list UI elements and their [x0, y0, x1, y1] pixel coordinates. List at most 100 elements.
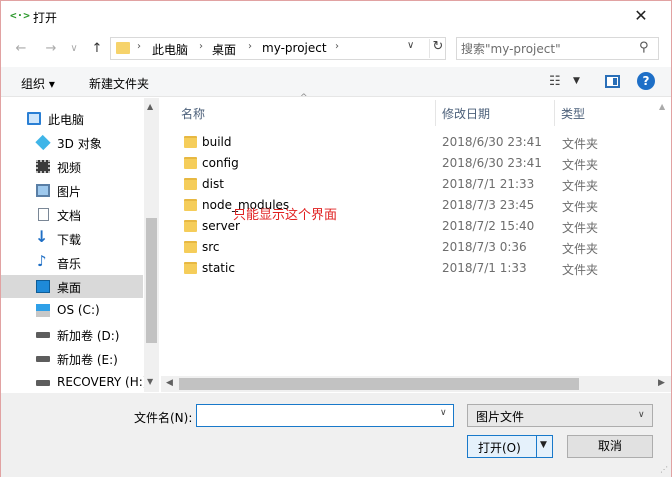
file-list-horizontal-scrollbar[interactable]: ◀ ▶: [161, 376, 671, 392]
forward-arrow-icon[interactable]: →: [40, 39, 62, 59]
download-icon: ↓: [35, 227, 49, 246]
nav-item-drive-c[interactable]: OS (C:): [1, 299, 143, 322]
nav-item-3d-objects[interactable]: 3D 对象: [1, 131, 143, 154]
nav-item-label: RECOVERY (H:): [57, 375, 148, 389]
file-date: 2018/7/3 23:45: [442, 198, 535, 212]
nav-item-documents[interactable]: 文档: [1, 203, 143, 226]
file-row[interactable]: static 2018/7/1 1:33 文件夹: [178, 258, 638, 279]
file-name: src: [202, 240, 220, 254]
windows-drive-icon: [36, 304, 50, 317]
address-bar[interactable]: › 此电脑 › 桌面 › my-project › ∨ ↻: [110, 37, 446, 60]
file-type: 文件夹: [562, 200, 599, 214]
search-icon[interactable]: ⚲: [639, 40, 649, 55]
nav-item-label: 下载: [57, 233, 82, 247]
filename-combobox[interactable]: ∨: [196, 404, 454, 427]
document-icon: [38, 208, 49, 221]
folder-icon: [116, 42, 130, 54]
nav-item-pictures[interactable]: 图片: [1, 179, 143, 202]
scroll-left-arrow-icon[interactable]: ◀: [166, 378, 173, 388]
scroll-down-arrow-icon[interactable]: ▼: [147, 377, 153, 386]
column-divider[interactable]: [435, 100, 436, 126]
file-type: 文件夹: [562, 221, 599, 235]
filename-field[interactable]: [200, 407, 430, 424]
file-row[interactable]: config 2018/6/30 23:41 文件夹: [178, 153, 638, 174]
scroll-right-arrow-icon[interactable]: ▶: [658, 378, 665, 388]
nav-item-this-pc[interactable]: 此电脑: [1, 107, 143, 130]
address-dropdown-chevron-icon[interactable]: ∨: [407, 40, 414, 51]
resize-grip-icon[interactable]: ⋰: [660, 465, 668, 474]
file-date: 2018/6/30 23:41: [442, 135, 542, 149]
column-divider[interactable]: [554, 100, 555, 126]
folder-icon: [184, 220, 197, 232]
nav-item-drive-h[interactable]: RECOVERY (H:): [1, 371, 147, 394]
view-options-icon[interactable]: ☷: [549, 74, 561, 89]
filetype-value: 图片文件: [476, 410, 525, 424]
nav-item-label: 3D 对象: [57, 137, 102, 151]
breadcrumb-separator: ›: [248, 41, 252, 52]
recent-locations-chevron-icon[interactable]: ∨: [63, 39, 85, 59]
search-input[interactable]: [461, 40, 631, 57]
chevron-down-icon[interactable]: ∨: [440, 408, 447, 418]
breadcrumb-separator: ›: [199, 41, 203, 52]
file-list-vertical-scrollbar[interactable]: ▲: [657, 98, 671, 392]
annotation-note: 只能显示这个界面: [233, 208, 338, 223]
close-button[interactable]: ✕: [627, 4, 655, 28]
scroll-up-arrow-icon[interactable]: ▲: [659, 102, 665, 111]
open-options-dropdown-icon[interactable]: ▼: [540, 440, 547, 450]
back-arrow-icon[interactable]: ←: [10, 39, 32, 59]
file-date: 2018/7/3 0:36: [442, 240, 527, 254]
dialog-title: 打开: [33, 11, 58, 25]
file-name: config: [202, 156, 239, 170]
nav-item-drive-d[interactable]: 新加卷 (D:): [1, 323, 143, 346]
navigation-scrollbar[interactable]: ▲ ▼: [144, 98, 159, 392]
video-icon: [36, 160, 50, 173]
file-row[interactable]: build 2018/6/30 23:41 文件夹: [178, 132, 638, 153]
nav-item-videos[interactable]: 视频: [1, 155, 143, 178]
refresh-icon[interactable]: ↻: [429, 39, 446, 58]
file-name: build: [202, 135, 232, 149]
breadcrumb-this-pc[interactable]: 此电脑: [152, 41, 188, 58]
open-button[interactable]: 打开(O) ▼: [467, 435, 553, 458]
help-icon[interactable]: ?: [637, 72, 655, 90]
view-dropdown-icon[interactable]: ▼: [573, 76, 580, 86]
file-date: 2018/7/2 15:40: [442, 219, 535, 233]
drive-icon: [36, 356, 50, 362]
open-button-label: 打开(O): [478, 441, 521, 455]
preview-pane-icon[interactable]: [605, 75, 620, 88]
nav-item-label: 桌面: [57, 281, 82, 295]
desktop-icon: [36, 280, 50, 293]
column-header-name[interactable]: 名称: [161, 100, 436, 126]
app-code-icon: <·>: [10, 9, 30, 22]
up-arrow-icon[interactable]: ↑: [86, 39, 108, 59]
nav-item-desktop[interactable]: 桌面: [1, 275, 143, 298]
breadcrumb-my-project[interactable]: my-project: [262, 41, 327, 55]
nav-item-label: 新加卷 (D:): [57, 329, 120, 343]
cancel-button[interactable]: 取消: [567, 435, 653, 458]
breadcrumb-desktop[interactable]: 桌面: [212, 41, 236, 58]
file-name: static: [202, 261, 235, 275]
scroll-up-arrow-icon[interactable]: ▲: [147, 102, 153, 111]
folder-icon: [184, 178, 197, 190]
drive-icon: [36, 332, 50, 338]
file-row[interactable]: src 2018/7/3 0:36 文件夹: [178, 237, 638, 258]
scrollbar-thumb[interactable]: [146, 218, 157, 343]
column-header-date[interactable]: 修改日期: [437, 100, 555, 126]
folder-icon: [184, 136, 197, 148]
nav-item-music[interactable]: ♪ 音乐: [1, 251, 143, 274]
nav-item-label: 新加卷 (E:): [57, 353, 118, 367]
scrollbar-thumb[interactable]: [179, 378, 579, 390]
nav-item-drive-e[interactable]: 新加卷 (E:): [1, 347, 143, 370]
nav-item-label: 文档: [57, 209, 82, 223]
nav-item-downloads[interactable]: ↓ 下载: [1, 227, 143, 250]
title-bar: <·> 打开 ✕: [1, 1, 671, 32]
column-header-type[interactable]: 类型: [556, 100, 656, 126]
file-type: 文件夹: [562, 137, 599, 151]
file-type: 文件夹: [562, 179, 599, 193]
filetype-select[interactable]: 图片文件 ∨: [467, 404, 653, 427]
file-row[interactable]: dist 2018/7/1 21:33 文件夹: [178, 174, 638, 195]
new-folder-button[interactable]: 新建文件夹: [89, 75, 149, 92]
organize-menu-button[interactable]: 组织 ▾: [21, 75, 55, 92]
search-box[interactable]: ⚲: [456, 37, 659, 60]
split-divider: [536, 436, 537, 457]
command-toolbar: 组织 ▾ 新建文件夹 ☷ ▼ ?: [1, 67, 671, 97]
